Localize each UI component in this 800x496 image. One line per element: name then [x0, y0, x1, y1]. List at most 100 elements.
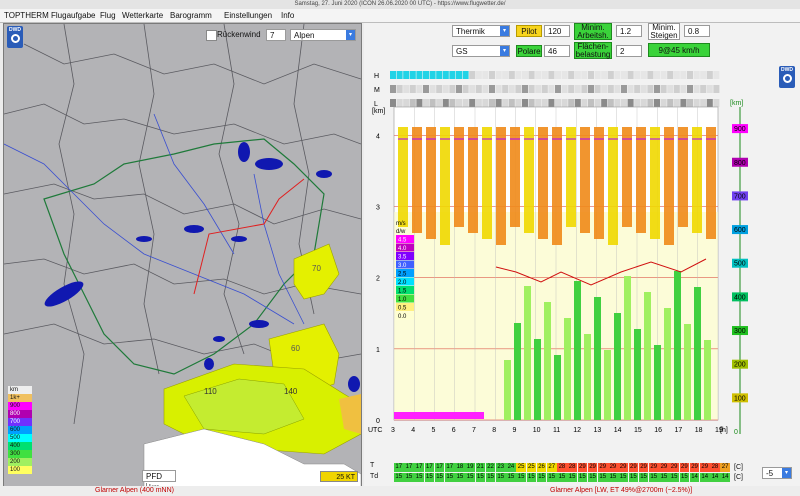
cloud-cell	[416, 85, 423, 93]
temp-cell: 29	[598, 463, 608, 472]
cloud-cell	[489, 85, 495, 93]
cloud-cell	[548, 71, 555, 79]
weather-map[interactable]: 70 60 110 140 DWD Rückenwind 7 Alpen ▾ km…	[3, 23, 362, 488]
cloud-cell	[396, 85, 403, 93]
hour-tick-label: 5	[432, 427, 436, 434]
temp-cell: 25	[526, 463, 537, 472]
chevron-down-icon: ▾	[782, 468, 791, 478]
left-axis-unit: [km]	[372, 108, 385, 115]
menu-barogramm[interactable]: Barogramm	[170, 9, 212, 22]
cloud-cell	[667, 99, 674, 107]
menu-wetterkarte[interactable]: Wetterkarte	[122, 9, 163, 22]
cloud-cell	[535, 85, 542, 93]
min-arbeitshoehe-field[interactable]: 1.2	[616, 25, 642, 37]
temp-cell: 15	[455, 473, 465, 482]
cloud-cell	[541, 71, 548, 79]
cloud-cell	[687, 71, 693, 79]
glider-select[interactable]: GS ▾	[452, 45, 510, 57]
speed-button[interactable]: 9@45 km/h	[648, 43, 710, 57]
cloud-column	[468, 127, 478, 233]
flaechenbelastung-field[interactable]: 2	[616, 45, 642, 57]
cloud-cell	[713, 99, 720, 107]
cloud-cell	[568, 71, 575, 79]
cloud-cell	[508, 99, 515, 107]
temp-cell: 15	[414, 473, 424, 482]
hour-tick-label: 3	[391, 427, 395, 434]
ruckenwind-checkbox[interactable]	[206, 30, 217, 41]
cloud-cell	[489, 99, 495, 107]
thermal-bar	[674, 271, 681, 420]
menu-flug[interactable]: Flug	[100, 9, 116, 22]
temp-cell: 15	[659, 473, 669, 482]
cloud-cell	[601, 85, 608, 93]
hour-tick-label: 11	[553, 427, 560, 434]
left-tick-label: 4	[376, 133, 380, 140]
region-select[interactable]: Alpen ▾	[290, 29, 356, 41]
menu-info[interactable]: Info	[281, 9, 294, 22]
cloud-cell	[442, 71, 449, 79]
cloud-cell	[429, 85, 436, 93]
cloud-cell	[502, 85, 509, 93]
temp-cell: 29	[587, 463, 598, 472]
pilot-label: Pilot	[516, 25, 542, 37]
cloud-cell	[614, 85, 621, 93]
temp-cell: 17	[434, 463, 445, 472]
temp-cell: 15	[547, 473, 557, 482]
temp-cell: 28	[567, 463, 577, 472]
cloud-cell	[680, 85, 687, 93]
hour-tick-label: 18	[695, 427, 703, 434]
temp-cell: 17	[404, 463, 414, 472]
map-region-label: 70	[312, 264, 321, 273]
min-steigen-field[interactable]: 0.8	[684, 25, 710, 37]
temp-cell: 29	[628, 463, 639, 472]
cloud-cell	[390, 99, 396, 107]
cloud-cell	[607, 85, 614, 93]
td-label: Td	[370, 473, 379, 480]
cloud-column	[566, 127, 576, 227]
cloud-cell	[416, 99, 423, 107]
temp-cell: 15	[424, 473, 435, 482]
polare-field[interactable]: 46	[544, 45, 570, 57]
hour-tick-label: 7	[472, 427, 476, 434]
cloud-cell	[680, 99, 687, 107]
map-legend-item: 600	[8, 426, 32, 434]
glider-select-value: GS	[456, 47, 468, 56]
pfd-km-box[interactable]: PFD km	[142, 470, 176, 487]
hour-tick-label: 9	[513, 427, 517, 434]
climb-legend-label: 3.5	[398, 255, 407, 261]
thermal-bar	[554, 355, 561, 420]
offset-select[interactable]: -5 ▾	[762, 467, 792, 479]
cloud-cell	[515, 85, 522, 93]
cloud-cell	[621, 85, 627, 93]
temp-cell: 14	[700, 473, 710, 482]
map-legend-item: 400	[8, 442, 32, 450]
thermal-forecast-chart[interactable]: HML[km]01234[km]010020030040050060070080…	[366, 67, 756, 459]
cloud-row-label-M: M	[374, 87, 380, 94]
cloud-column	[580, 127, 590, 233]
cloud-cell	[660, 71, 667, 79]
cloud-cell	[555, 99, 561, 107]
mode-select[interactable]: Thermik ▾	[452, 25, 510, 37]
map-legend-item: 1k+	[8, 394, 32, 402]
ruckenwind-value-field[interactable]: 7	[266, 29, 286, 41]
menu-toptherm[interactable]: TOPTHERM	[4, 9, 49, 22]
thermal-bar	[534, 339, 541, 420]
temp-cell: 29	[638, 463, 649, 472]
cloud-cell	[522, 71, 528, 79]
cloud-column	[454, 127, 464, 227]
thermal-bar	[704, 340, 711, 420]
cloud-cell	[535, 71, 542, 79]
cloud-cell	[442, 99, 449, 107]
cloud-cell	[574, 85, 581, 93]
cloud-cell	[535, 99, 542, 107]
hour-tick-label: 12	[573, 427, 581, 434]
min-steigen-line2: Steigen	[650, 31, 678, 40]
menu-flugaufgabe[interactable]: Flugaufgabe	[51, 9, 95, 22]
cloud-cell	[469, 99, 476, 107]
cloud-cell	[403, 85, 410, 93]
cloud-cell	[456, 99, 462, 107]
pilot-field[interactable]: 120	[544, 25, 570, 37]
temp-cell: 15	[485, 473, 496, 482]
menu-einstellungen[interactable]: Einstellungen	[224, 9, 272, 22]
cloud-column	[636, 127, 646, 233]
